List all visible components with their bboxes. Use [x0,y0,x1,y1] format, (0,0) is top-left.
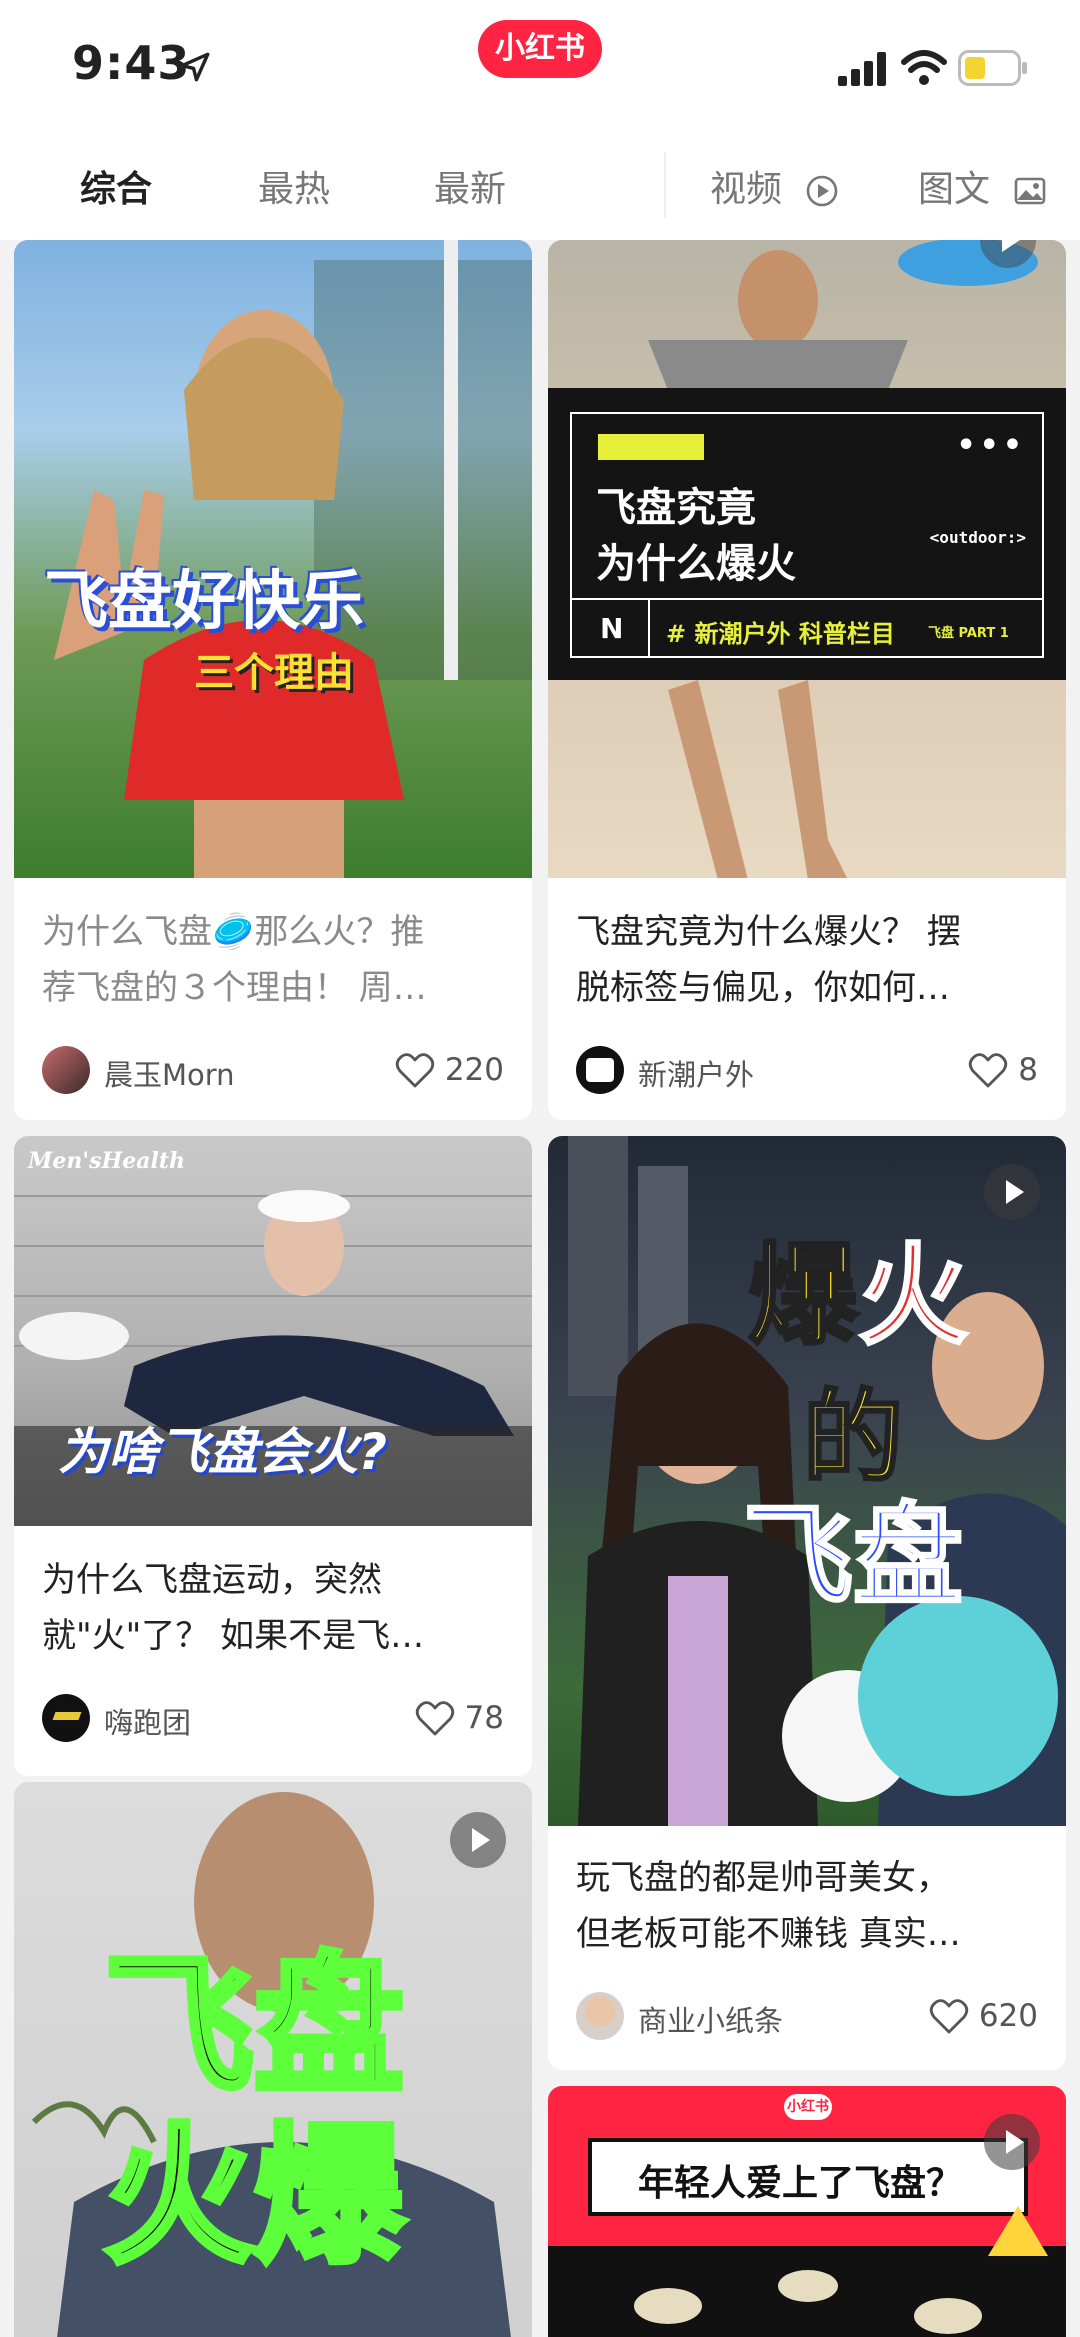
play-circle-icon [807,175,838,207]
heart-icon [415,1701,454,1736]
note-cover-image: ••• 飞盘究竟 为什么爆火 <outdoor:> N # 新潮户外 科普栏目 … [548,240,1066,878]
like-button[interactable]: 220 [395,1048,504,1092]
avatar[interactable] [42,1694,90,1742]
image-icon [1015,177,1046,205]
note-cover-image: Men'sHealth 为啥飞盘会火? [14,1136,532,1526]
note-meta: 商业小纸条 620 [576,1990,1038,2042]
heart-icon [929,1999,968,2034]
note-card[interactable]: Men'sHealth 为啥飞盘会火? 为什么飞盘运动，突然 就"火"了？ 如果… [14,1136,532,1776]
avatar[interactable] [42,1046,90,1094]
note-card[interactable]: 飞盘 火爆 [14,1782,532,2337]
status-time: 9:43 [72,36,191,90]
cover-overlay-subtitle: 三个理由 [194,650,354,696]
like-count: 8 [1018,1052,1038,1088]
author-name[interactable]: 新潮户外 [638,1052,754,1094]
note-card[interactable]: ••• 飞盘究竟 为什么爆火 <outdoor:> N # 新潮户外 科普栏目 … [548,240,1066,1120]
wifi-icon [901,50,947,85]
location-arrow-icon [180,52,210,82]
note-card[interactable]: 小红书 年轻人爱上了飞盘？ [548,2086,1066,2337]
cover-overlay-brand: Men'sHealth [28,1148,186,1174]
note-card[interactable]: 爆火 的 飞盘 玩飞盘的都是帅哥美女， 但老板可能不赚钱 真实… 商业小纸条 6… [548,1136,1066,2070]
tab-divider [664,152,666,218]
note-title: 为什么飞盘🥏那么火？推 荐飞盘的３个理由！ 周… [42,912,427,1008]
note-meta: 嗨跑团 78 [42,1692,504,1744]
note-cover-image: 小红书 年轻人爱上了飞盘？ [548,2086,1066,2337]
author-name[interactable]: 嗨跑团 [104,1700,191,1742]
avatar[interactable] [576,1992,624,2040]
cover-overlay-logo: N [600,612,624,645]
cover-overlay-title: 飞盘 火爆 [101,1939,407,2285]
note-cover-image: 飞盘好快乐 三个理由 [14,240,532,878]
like-count: 620 [978,1998,1038,2034]
cover-banner: ••• 飞盘究竟 为什么爆火 <outdoor:> N # 新潮户外 科普栏目 … [548,388,1066,680]
note-meta: 晨玉Morn 220 [42,1044,504,1096]
cover-overlay-tag: <outdoor:> [929,528,1026,547]
author-name[interactable]: 晨玉Morn [104,1052,235,1094]
tab-hottest[interactable]: 最热 [258,160,330,212]
like-button[interactable]: 8 [968,1048,1038,1092]
play-icon [450,1812,506,1868]
search-results-page: 9:43 小红书 综合 最热 最新 视频 图文 飞盘好快乐 三个理由 为什么飞盘… [0,0,1080,2337]
play-icon [984,1164,1040,1220]
tab-video[interactable]: 视频 [710,160,839,212]
avatar[interactable] [576,1046,624,1094]
status-bar: 9:43 小红书 [0,0,1080,130]
like-button[interactable]: 620 [929,1994,1038,2038]
note-title: 为什么飞盘运动，突然 就"火"了？ 如果不是飞… [42,1560,425,1656]
cover-overlay-line3: 飞盘 [742,1491,965,1622]
tab-comprehensive[interactable]: 综合 [80,160,152,212]
cellular-signal-icon [838,52,886,86]
note-cover-image: 飞盘 火爆 [14,1782,532,2337]
note-title: 玩飞盘的都是帅哥美女， 但老板可能不赚钱 真实… [576,1858,961,1954]
note-meta: 新潮户外 8 [576,1044,1038,1096]
filter-tabs: 综合 最热 最新 视频 图文 [0,130,1080,240]
note-card[interactable]: 飞盘好快乐 三个理由 为什么飞盘🥏那么火？推 荐飞盘的３个理由！ 周… 晨玉Mo… [14,240,532,1120]
tab-image-text[interactable]: 图文 [918,160,1047,212]
like-count: 220 [444,1052,504,1088]
like-button[interactable]: 78 [415,1696,504,1740]
cover-overlay-title: 飞盘好快乐 [44,565,364,639]
note-title: 飞盘究竟为什么爆火？ 摆 脱标签与偏见，你如何… [576,912,961,1008]
cover-overlay-hashtag: # 新潮户外 科普栏目 [666,620,895,648]
heart-icon [969,1053,1008,1088]
app-logo: 小红书 [478,20,602,78]
heart-icon [395,1053,434,1088]
cover-overlay-title: 飞盘究竟 为什么爆火 [596,485,796,587]
note-cover-image: 爆火 的 飞盘 [548,1136,1066,1826]
cover-illustration [634,2206,1048,2334]
cover-overlay-title: 爆火 [747,1232,970,1360]
author-name[interactable]: 商业小纸条 [638,1998,783,2040]
battery-icon [958,50,1027,86]
like-count: 78 [464,1700,504,1736]
tab-newest[interactable]: 最新 [434,160,506,212]
cover-overlay-title: 为啥飞盘会火? [58,1423,388,1481]
play-icon [984,2114,1040,2170]
cover-overlay-part: 飞盘 PART 1 [928,626,1009,641]
